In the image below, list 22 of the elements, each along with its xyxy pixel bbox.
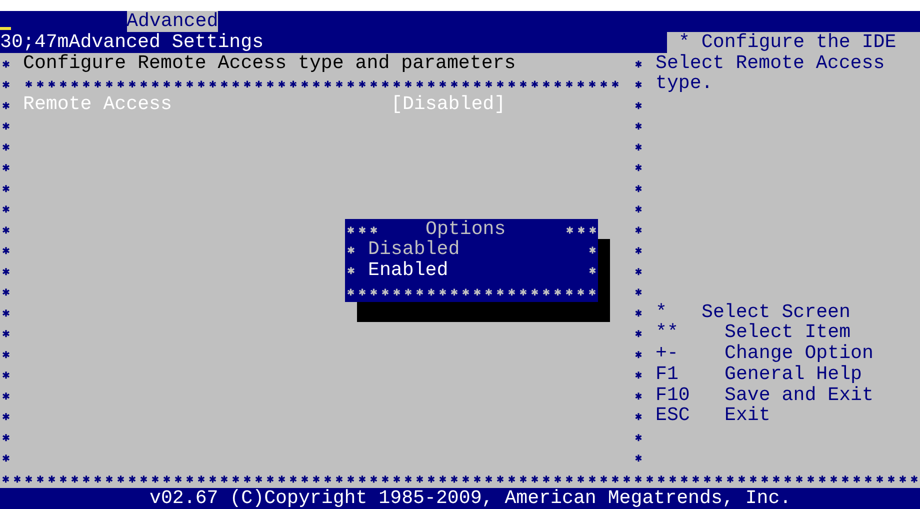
page-title: 30;47mAdvanced Settings	[0, 32, 667, 52]
section-header: Configure Remote Access type and parameters	[23, 52, 517, 74]
key-label: **	[656, 322, 680, 343]
menu-tab[interactable]: Advanced	[126, 11, 218, 32]
key-label: F10	[656, 384, 691, 406]
key-label: F1	[656, 364, 680, 384]
key-description: Select Screen	[702, 302, 850, 322]
popup-title: Options	[426, 218, 507, 240]
cursor-icon	[0, 26, 11, 30]
popup-option[interactable]: Disabled	[368, 239, 460, 260]
key-description: Select Item	[724, 322, 851, 343]
copyright-footer: v02.67 (C)Copyright 1985-2009, American Megatrends, Inc.	[0, 488, 920, 509]
key-label: +-	[656, 343, 680, 364]
key-label: *	[656, 302, 668, 322]
key-description: Save and Exit	[724, 384, 874, 406]
popup-option[interactable]: Enabled	[368, 260, 448, 281]
key-description: General Help	[724, 364, 862, 384]
help-title: * Configure the IDE	[678, 32, 898, 52]
key-description: Change Option	[724, 343, 874, 364]
key-label: ESC	[656, 405, 691, 426]
help-text: Select Remote Access type.	[656, 52, 886, 94]
key-description: Exit	[724, 405, 770, 426]
